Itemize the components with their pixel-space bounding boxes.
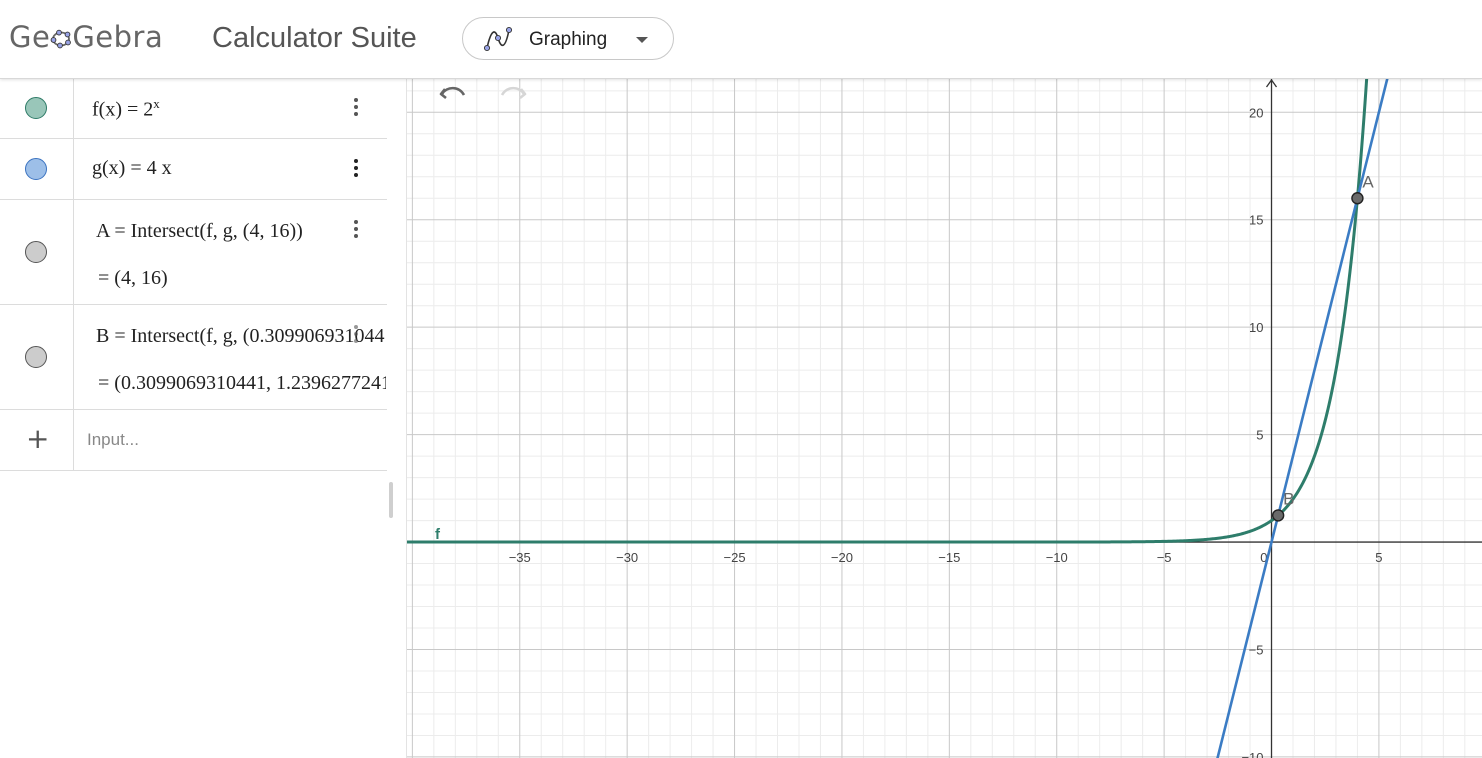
value-A: = (4, 16) (98, 267, 168, 289)
x-tick-label: −5 (1157, 550, 1172, 565)
x-tick-label: −30 (616, 550, 638, 565)
graphing-app-icon (483, 26, 513, 52)
y-tick-label: −5 (1249, 642, 1264, 657)
definition-g[interactable]: g(x) = 4 x (92, 157, 172, 180)
geogebra-logo: Ge Gebra (9, 20, 163, 54)
y-tick-label: −10 (1241, 750, 1263, 758)
chevron-down-icon (636, 37, 648, 43)
visibility-toggle-f[interactable] (25, 97, 47, 119)
logo-text-right: Gebra (72, 20, 164, 54)
definition-A[interactable]: A = Intersect(f, g, (4, 16)) (96, 220, 344, 243)
visibility-toggle-B[interactable] (25, 346, 47, 368)
more-menu-icon[interactable] (352, 220, 360, 242)
intersection-point-A[interactable] (1351, 192, 1364, 205)
logo-text-left: Ge (9, 20, 51, 54)
more-menu-icon[interactable] (352, 159, 360, 181)
visibility-toggle-g[interactable] (25, 158, 47, 180)
graph-canvas[interactable]: −35 −30 −25 −20 −15 −10 −5 0 52015105−5−10fAB (407, 79, 1482, 758)
x-tick-label: −20 (831, 550, 853, 565)
plus-icon[interactable]: + (26, 425, 49, 453)
y-tick-label: 20 (1249, 105, 1263, 120)
algebra-view: f(x) = 2x g(x) = 4 x A = Intersect(f, g,… (0, 79, 407, 758)
more-menu-icon[interactable] (352, 325, 360, 347)
definition-B[interactable]: B = Intersect(f, g, (0.3099069310441, 1.… (96, 325, 386, 348)
visibility-toggle-A[interactable] (25, 241, 47, 263)
x-tick-label: −10 (1046, 550, 1068, 565)
algebra-row-g[interactable]: g(x) = 4 x (0, 139, 387, 200)
curve-label-f: f (435, 526, 441, 543)
algebra-input[interactable]: Input... (87, 430, 139, 450)
x-tick-label: −25 (724, 550, 746, 565)
x-tick-label: 5 (1375, 550, 1382, 565)
y-tick-label: 15 (1249, 213, 1263, 228)
value-B: = (0.3099069310441, 1.2396277241765) (98, 372, 386, 394)
definition-f[interactable]: f(x) = 2x (92, 96, 160, 122)
point-label-A: A (1362, 172, 1374, 191)
point-label-B: B (1283, 489, 1294, 508)
more-menu-icon[interactable] (352, 98, 360, 120)
y-tick-label: 5 (1256, 428, 1263, 443)
undo-icon[interactable] (437, 79, 469, 107)
y-tick-label: 10 (1249, 320, 1263, 335)
definition-text-f: f(x) = 2 (92, 98, 154, 121)
exponent-f: x (153, 96, 160, 111)
app-switcher-label: Graphing (529, 29, 608, 50)
algebra-row-A[interactable]: A = Intersect(f, g, (4, 16)) = (4, 16) (0, 200, 387, 305)
x-tick-label: −35 (509, 550, 531, 565)
redo-icon[interactable] (497, 79, 529, 107)
x-tick-label: −15 (938, 550, 960, 565)
algebra-row-B[interactable]: B = Intersect(f, g, (0.3099069310441, 1.… (0, 305, 387, 410)
suite-title: Calculator Suite (212, 22, 417, 54)
app-switcher-button[interactable]: Graphing (462, 17, 674, 60)
algebra-input-row[interactable]: + Input... (0, 410, 387, 471)
algebra-row-f[interactable]: f(x) = 2x (0, 79, 387, 139)
intersection-point-B[interactable] (1271, 509, 1285, 522)
panel-resize-handle[interactable] (389, 482, 393, 518)
geogebra-logo-icon (50, 29, 72, 49)
graphics-view[interactable]: −35 −30 −25 −20 −15 −10 −5 0 5 20 15 10 5 −5 −10 f A B (407, 79, 1482, 758)
app-header: Ge Gebra Calculator Suite Graphing (0, 0, 1482, 79)
